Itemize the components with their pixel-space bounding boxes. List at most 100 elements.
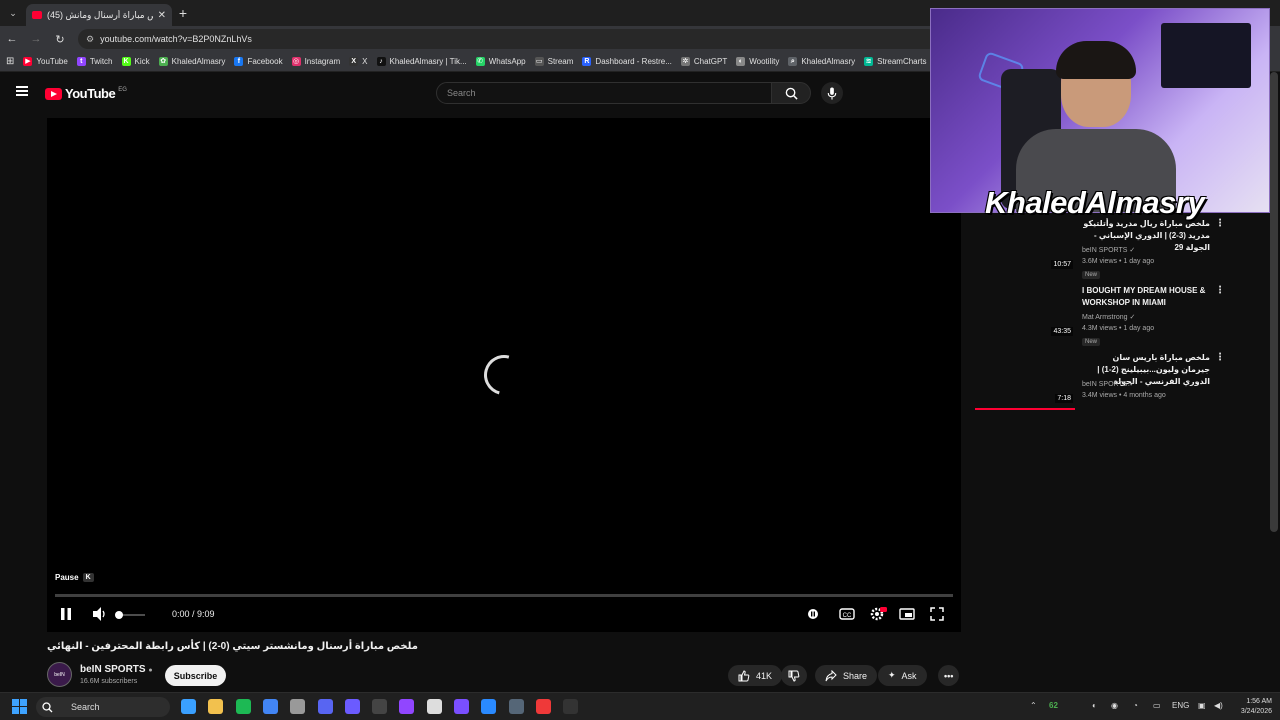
apps-grid-icon[interactable]: ⊞	[6, 56, 14, 67]
bookmark-item[interactable]: ≋ StreamCharts	[864, 57, 927, 66]
bookmark-label[interactable]: Instagram	[305, 57, 341, 66]
bookmark-item[interactable]: ♪ KhaledAlmasry | Tik...	[376, 57, 467, 66]
recommendation-channel-name[interactable]: Mat Armstrong	[1082, 314, 1128, 321]
bookmark-item[interactable]: ◎ Instagram	[291, 57, 341, 66]
tray-app-icon[interactable]: ◐	[1092, 701, 1097, 710]
more-actions-button[interactable]: •••	[938, 665, 960, 686]
language-indicator[interactable]: ENG	[1172, 701, 1189, 710]
file-explorer-icon[interactable]	[208, 699, 224, 714]
volume-slider-handle[interactable]	[115, 611, 123, 619]
bookmark-label[interactable]: StreamCharts	[877, 57, 926, 66]
recommendation-item[interactable]: 7:18 ملخص مباراة باريس سان جيرمان وليون..…	[975, 352, 1225, 416]
wifi-icon[interactable]: ◔	[1133, 701, 1138, 710]
twitch-app-icon[interactable]	[399, 699, 415, 714]
bookmark-label[interactable]: Kick	[135, 57, 150, 66]
bookmark-item[interactable]: f Facebook	[234, 57, 283, 66]
discord-tray-icon[interactable]: ◉	[1111, 701, 1118, 710]
recommendation-channel[interactable]: Mat Armstrong ✓	[1082, 313, 1135, 321]
more-options-icon[interactable]: ⋮	[1215, 352, 1225, 363]
recommendation-channel[interactable]: beIN SPORTS ✓	[1082, 380, 1135, 388]
captions-icon[interactable]: CC	[839, 606, 855, 622]
channel-name-text[interactable]: beIN SPORTS	[80, 664, 146, 675]
bookmark-item[interactable]: ▭ Stream	[534, 57, 574, 66]
network-icon[interactable]: ▣	[1198, 701, 1206, 710]
app-grid-icon[interactable]	[344, 699, 360, 714]
obs-icon[interactable]	[454, 699, 469, 714]
copilot-icon[interactable]	[181, 699, 196, 714]
bookmark-label[interactable]: Facebook	[247, 57, 282, 66]
search-input[interactable]: Search	[436, 82, 772, 104]
miniplayer-icon[interactable]	[899, 606, 915, 622]
bookmark-item[interactable]: R Dashboard - Restre...	[582, 57, 672, 66]
ask-button[interactable]: ✦ Ask	[878, 665, 927, 686]
url-text[interactable]: youtube.com/watch?v=B2P0NZnLhVs	[100, 34, 252, 44]
bookmark-label[interactable]: WhatsApp	[489, 57, 526, 66]
voice-search-button[interactable]	[821, 82, 843, 104]
bookmark-item[interactable]: ◐ Wootility	[736, 57, 779, 66]
back-icon[interactable]: ←	[6, 33, 18, 45]
spotify-icon[interactable]	[235, 699, 251, 714]
bookmark-label[interactable]: X	[362, 57, 367, 66]
more-options-icon[interactable]: ⋮	[1215, 285, 1225, 296]
bookmark-label[interactable]: Twitch	[90, 57, 113, 66]
notepad-icon[interactable]	[426, 699, 442, 714]
autoplay-toggle-icon[interactable]	[807, 606, 819, 622]
taskbar-search-label[interactable]: Search	[71, 702, 100, 712]
progress-bar[interactable]	[55, 594, 953, 597]
forward-icon[interactable]: →	[30, 33, 42, 45]
volume-icon[interactable]	[92, 606, 106, 622]
recommendation-channel-name[interactable]: beIN SPORTS	[1082, 381, 1127, 388]
bookmark-label[interactable]: Stream	[548, 57, 574, 66]
system-clock[interactable]: 1:56 AM 3/24/2026	[1230, 697, 1272, 717]
app-settings-icon[interactable]	[290, 699, 306, 714]
like-button[interactable]: 41K	[728, 665, 783, 686]
hamburger-menu-icon[interactable]	[16, 86, 28, 96]
omnibox[interactable]: ⚙ youtube.com/watch?v=B2P0NZnLhVs	[78, 29, 938, 49]
recommendation-title[interactable]: I BOUGHT MY DREAM HOUSE & WORKSHOP IN MI…	[1082, 285, 1210, 309]
recommendation-item[interactable]: 43:35 I BOUGHT MY DREAM HOUSE & WORKSHOP …	[975, 285, 1225, 349]
more-options-icon[interactable]: ⋮	[1215, 218, 1225, 229]
app-icon[interactable]	[372, 699, 388, 714]
pause-button[interactable]	[59, 606, 73, 622]
recommendation-channel-name[interactable]: beIN SPORTS	[1082, 247, 1127, 254]
bookmark-label[interactable]: KhaledAlmasry	[172, 57, 226, 66]
search-button[interactable]	[771, 82, 811, 104]
page-scrollbar[interactable]	[1270, 72, 1278, 532]
bookmark-label[interactable]: KhaledAlmasry	[801, 57, 855, 66]
tray-overflow-icon[interactable]: ⌃	[1030, 701, 1037, 710]
chrome-icon[interactable]	[262, 699, 278, 714]
windows-start-icon[interactable]	[12, 699, 27, 714]
dislike-button[interactable]	[781, 665, 807, 686]
photos-icon[interactable]	[481, 699, 497, 714]
bookmark-item[interactable]: K Kick	[121, 57, 150, 66]
stream-app-icon[interactable]	[563, 699, 579, 714]
bookmark-item[interactable]: ▶ YouTube	[23, 57, 68, 66]
youtube-logo[interactable]: YouTube EG	[45, 86, 127, 101]
discord-icon[interactable]	[317, 699, 333, 714]
channel-name[interactable]: beIN SPORTS ●	[80, 664, 153, 675]
bookmark-item[interactable]: ✆ WhatsApp	[475, 57, 526, 66]
recommendation-item[interactable]: 10:57 ملخص مباراة ريال مدريد وأتلتيكو مدر…	[975, 218, 1225, 282]
settings-gear-icon[interactable]	[869, 606, 887, 622]
new-tab-button[interactable]: +	[172, 5, 194, 21]
bookmark-label[interactable]: KhaledAlmasry | Tik...	[390, 57, 467, 66]
reload-icon[interactable]: ↻	[54, 33, 66, 46]
bookmark-label[interactable]: Wootility	[749, 57, 779, 66]
bookmark-label[interactable]: YouTube	[36, 57, 67, 66]
4k-downloader-icon[interactable]	[508, 699, 524, 714]
bookmark-item[interactable]: XX	[349, 57, 368, 66]
speaker-icon[interactable]: ◀)	[1214, 701, 1223, 710]
bookmark-label[interactable]: ChatGPT	[694, 57, 727, 66]
headset-icon[interactable]: ▭	[1153, 701, 1161, 710]
browser-tab-active[interactable]: (45) ملخص مباراة أرسنال ومانش... ✕	[26, 4, 172, 26]
video-player[interactable]: Pause K 0:00 / 9:09 CC	[47, 118, 961, 632]
close-tab-icon[interactable]: ✕	[158, 10, 166, 21]
taskbar-search[interactable]: Search	[36, 697, 170, 717]
site-info-icon[interactable]: ⚙	[86, 34, 94, 45]
bookmark-item[interactable]: ✿ KhaledAlmasry	[158, 57, 226, 66]
bookmark-label[interactable]: Dashboard - Restre...	[595, 57, 671, 66]
bookmark-item[interactable]: ✲ ChatGPT	[680, 57, 727, 66]
subscribe-button[interactable]: Subscribe	[165, 665, 226, 686]
tab-search-dropdown[interactable]: ⌄	[0, 0, 26, 26]
bookmark-item[interactable]: t Twitch	[76, 57, 113, 66]
